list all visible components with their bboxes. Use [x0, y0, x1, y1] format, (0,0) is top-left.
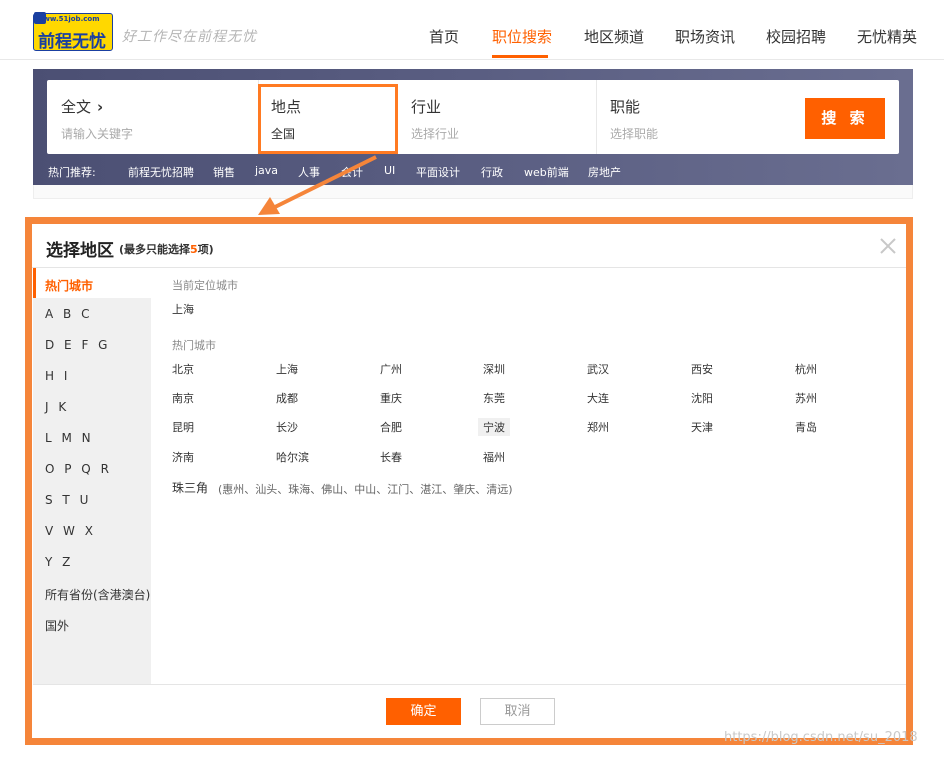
city-item[interactable]: 北京 — [172, 361, 194, 377]
function-label: 职能 — [610, 98, 641, 116]
cancel-button[interactable]: 取消 — [480, 698, 555, 725]
city-item[interactable]: 济南 — [172, 449, 194, 465]
hot-tag[interactable]: UI — [384, 164, 395, 177]
city-item[interactable]: 大连 — [587, 390, 609, 406]
prd-group-cities: (惠州、汕头、珠海、佛山、中山、江门、湛江、肇庆、清远) — [218, 483, 513, 496]
city-item[interactable]: 郑州 — [587, 419, 609, 435]
chevron-right-icon: › — [97, 98, 104, 116]
city-item[interactable]: 哈尔滨 — [276, 449, 309, 465]
hot-tag[interactable]: 人事 — [298, 164, 320, 180]
hot-tag[interactable]: 销售 — [213, 164, 235, 180]
hot-tag[interactable]: web前端 — [524, 164, 569, 180]
hot-cities-title: 热门城市 — [172, 339, 216, 352]
nav-home[interactable]: 首页 — [429, 26, 459, 47]
industry-label: 行业 — [411, 98, 442, 116]
city-item[interactable]: 西安 — [691, 361, 713, 377]
confirm-button[interactable]: 确定 — [386, 698, 461, 725]
current-city-title: 当前定位城市 — [172, 279, 238, 292]
watermark: https://blog.csdn.net/su_2018 — [724, 730, 918, 745]
city-item[interactable]: 沈阳 — [691, 390, 713, 406]
city-item[interactable]: 苏州 — [795, 390, 817, 406]
logo-text: 前程无忧 — [38, 32, 106, 52]
side-item-jk[interactable]: J K — [45, 400, 69, 414]
page: www.51job.com 前程无忧 好工作尽在前程无忧 首页 职位搜索 地区频… — [0, 0, 944, 758]
city-item[interactable]: 重庆 — [380, 390, 402, 406]
side-item-hi[interactable]: H I — [45, 369, 70, 383]
city-item[interactable]: 东莞 — [483, 390, 505, 406]
side-item-defg[interactable]: D E F G — [45, 338, 110, 352]
search-box — [47, 80, 899, 154]
city-item[interactable]: 南京 — [172, 390, 194, 406]
field-divider — [596, 80, 597, 154]
fulltext-input[interactable]: 请输入关键字 — [61, 125, 133, 142]
function-select[interactable]: 选择职能 — [610, 125, 658, 142]
city-item[interactable]: 福州 — [483, 449, 505, 465]
nav-region-channel[interactable]: 地区频道 — [584, 26, 644, 47]
prd-group-label[interactable]: 珠三角 — [172, 479, 208, 496]
dialog-footer-divider — [33, 684, 906, 685]
city-item[interactable]: 杭州 — [795, 361, 817, 377]
logo-url: www.51job.com — [37, 15, 100, 23]
city-item[interactable]: 青岛 — [795, 419, 817, 435]
city-item[interactable]: 深圳 — [483, 361, 505, 377]
side-item-hot[interactable]: 热门城市 — [45, 277, 93, 294]
search-button[interactable]: 搜 索 — [805, 98, 885, 139]
hot-tag[interactable]: 平面设计 — [416, 164, 460, 180]
banner-bottom-strip — [33, 185, 913, 199]
hot-tag[interactable]: 行政 — [481, 164, 503, 180]
city-item[interactable]: 合肥 — [380, 419, 402, 435]
slogan: 好工作尽在前程无忧 — [122, 29, 257, 45]
close-icon[interactable] — [878, 236, 898, 256]
nav-career-news[interactable]: 职场资讯 — [675, 26, 735, 47]
logo[interactable]: www.51job.com 前程无忧 — [33, 12, 113, 52]
hot-tag[interactable]: 前程无忧招聘 — [128, 164, 194, 180]
nav-campus[interactable]: 校园招聘 — [766, 26, 826, 47]
nav-active-underline — [492, 55, 548, 58]
nav-job-search[interactable]: 职位搜索 — [492, 26, 552, 47]
city-item[interactable]: 昆明 — [172, 419, 194, 435]
city-item[interactable]: 武汉 — [587, 361, 609, 377]
side-item-lmn[interactable]: L M N — [45, 431, 94, 445]
industry-select[interactable]: 选择行业 — [411, 125, 459, 142]
city-item[interactable]: 天津 — [691, 419, 713, 435]
side-item-opqr[interactable]: O P Q R — [45, 462, 112, 476]
side-item-abc[interactable]: A B C — [45, 307, 92, 321]
hot-recommend-label: 热门推荐: — [48, 166, 96, 179]
nav-elite[interactable]: 无忧精英 — [857, 26, 917, 47]
hot-tag[interactable]: 会计 — [341, 164, 363, 180]
side-active-indicator — [33, 268, 36, 298]
current-city[interactable]: 上海 — [172, 301, 194, 317]
city-item[interactable]: 广州 — [380, 361, 402, 377]
dialog-limit-note: (最多只能选择5项) — [119, 243, 214, 256]
dialog-title: 选择地区 — [46, 241, 114, 261]
city-item[interactable]: 长沙 — [276, 419, 298, 435]
city-item[interactable]: 成都 — [276, 390, 298, 406]
side-item-yz[interactable]: Y Z — [45, 555, 73, 569]
city-item[interactable]: 长春 — [380, 449, 402, 465]
side-item-provinces[interactable]: 所有省份(含港澳台) — [45, 586, 150, 603]
city-item[interactable]: 上海 — [276, 361, 298, 377]
fulltext-field[interactable]: 全文 › — [61, 96, 103, 117]
fulltext-label: 全文 — [61, 98, 92, 116]
side-item-overseas[interactable]: 国外 — [45, 617, 69, 634]
location-highlight-box — [258, 84, 398, 154]
side-item-vwx[interactable]: V W X — [45, 524, 96, 538]
side-item-stu[interactable]: S T U — [45, 493, 91, 507]
city-item-hovered[interactable]: 宁波 — [478, 418, 510, 436]
hot-tag[interactable]: java — [255, 164, 278, 177]
hot-tag[interactable]: 房地产 — [588, 164, 621, 180]
